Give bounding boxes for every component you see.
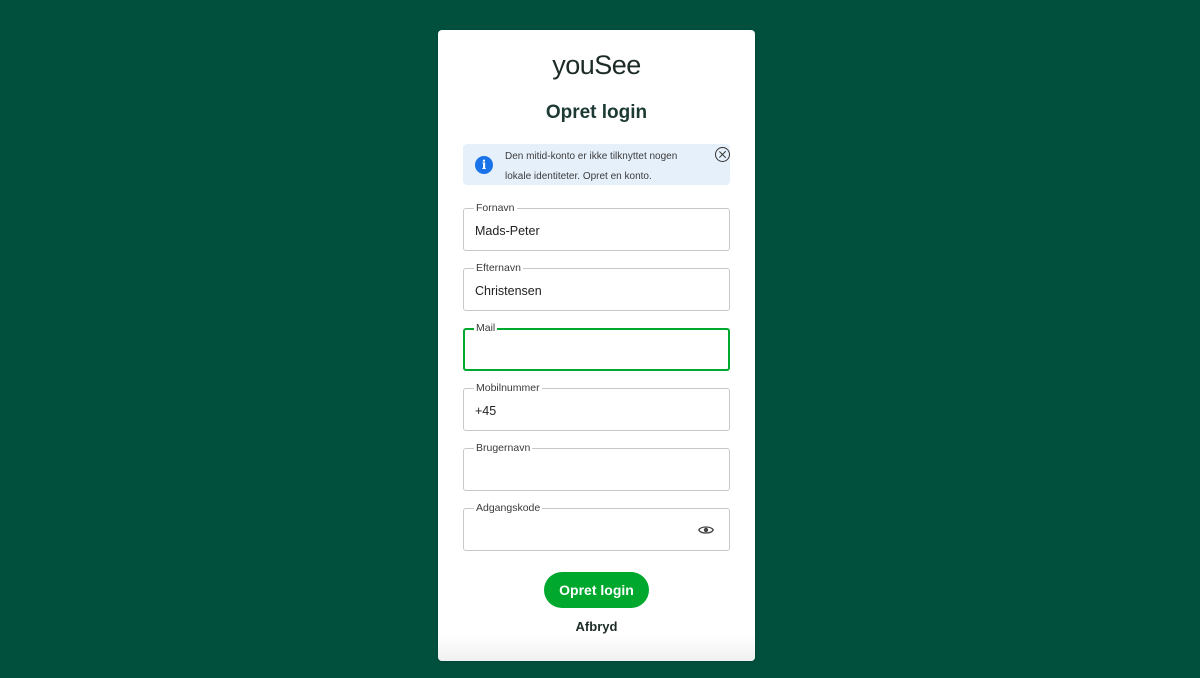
close-icon[interactable] [715, 147, 730, 162]
phone-label: Mobilnummer [474, 382, 542, 394]
last-name-label: Efternavn [474, 262, 523, 274]
info-icon: i [475, 156, 493, 174]
cancel-link[interactable]: Afbryd [438, 619, 755, 634]
password-label: Adgangskode [474, 502, 543, 514]
phone-input[interactable] [475, 402, 695, 420]
info-banner-text: Den mitid-konto er ikke tilknyttet nogen… [505, 147, 705, 187]
signup-card: youSee Opret login i Den mitid-konto er … [438, 30, 755, 661]
first-name-input[interactable] [475, 222, 695, 240]
create-login-button[interactable]: Opret login [544, 572, 649, 608]
last-name-field[interactable]: Efternavn [463, 262, 730, 311]
username-label: Brugernavn [474, 442, 533, 454]
info-banner-line2: lokale identiteter. Opret en konto. [505, 171, 652, 182]
email-input[interactable] [475, 342, 695, 360]
phone-field[interactable]: Mobilnummer [463, 382, 730, 431]
first-name-field[interactable]: Fornavn [463, 202, 730, 251]
email-label: Mail [474, 322, 498, 334]
info-banner: i Den mitid-konto er ikke tilknyttet nog… [463, 144, 730, 185]
page-title: Opret login [545, 102, 648, 123]
password-field[interactable]: Adgangskode [463, 502, 730, 551]
password-input[interactable] [475, 522, 695, 540]
yousee-logo: youSee [552, 50, 641, 80]
username-field[interactable]: Brugernavn [463, 442, 730, 491]
last-name-input[interactable] [475, 282, 695, 300]
eye-icon[interactable] [698, 525, 714, 535]
username-input[interactable] [475, 462, 695, 480]
info-banner-line1: Den mitid-konto er ikke tilknyttet nogen [505, 151, 678, 162]
first-name-label: Fornavn [474, 202, 517, 214]
email-field[interactable]: Mail [463, 322, 730, 371]
